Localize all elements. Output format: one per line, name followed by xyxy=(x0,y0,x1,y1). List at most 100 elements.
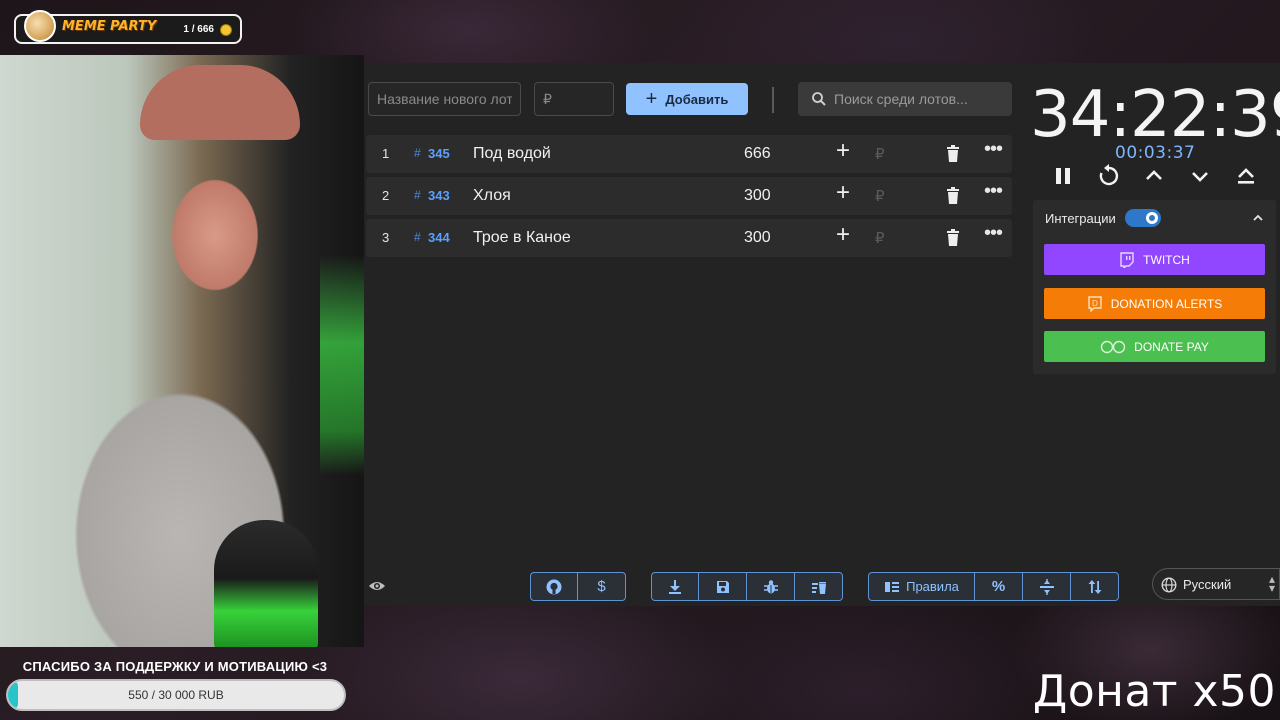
add-lot-button[interactable]: + Добавить xyxy=(626,83,748,115)
dollar-icon: $ xyxy=(597,578,606,595)
currency-icon: ₽ xyxy=(875,188,885,205)
percent-button[interactable]: % xyxy=(975,572,1023,601)
download-button[interactable] xyxy=(651,572,699,601)
vertical-align-center-icon xyxy=(1039,578,1054,595)
percent-icon: % xyxy=(991,578,1006,595)
donatepay-button[interactable]: DONATE PAY xyxy=(1044,331,1265,362)
donation-progress-bar: 550 / 30 000 RUB xyxy=(6,679,346,711)
donate-button[interactable]: $ xyxy=(578,572,626,601)
lot-name[interactable]: Под водой xyxy=(473,145,551,163)
lot-name[interactable]: Трое в Каное xyxy=(473,229,571,247)
svg-text:D: D xyxy=(1092,299,1098,308)
progress-text: 550 / 30 000 RUB xyxy=(128,688,224,702)
add-amount-icon[interactable]: + xyxy=(836,223,850,247)
chevron-up-icon[interactable] xyxy=(1252,212,1264,224)
lot-amount: 666 xyxy=(744,145,771,162)
add-amount-icon[interactable]: + xyxy=(836,181,850,205)
meme-party-count: 1 / 666 xyxy=(183,24,214,35)
hash-icon: # xyxy=(414,230,421,244)
add-lot-label: Добавить xyxy=(665,91,729,107)
lot-id[interactable]: 344 xyxy=(428,230,450,245)
currency-icon: ₽ xyxy=(875,146,885,163)
donationalerts-icon: D xyxy=(1088,295,1102,312)
trash-icon[interactable] xyxy=(946,187,960,204)
more-options-icon[interactable]: ••• xyxy=(984,138,1003,161)
eye-icon[interactable] xyxy=(368,580,386,592)
donationalerts-button[interactable]: D DONATION ALERTS xyxy=(1044,288,1265,319)
lot-row: 1 # 345 Под водой 666 + ₽ ••• xyxy=(366,135,1012,173)
integrations-toggle[interactable] xyxy=(1125,209,1161,227)
sort-button[interactable] xyxy=(1071,572,1119,601)
currency-icon: ₽ xyxy=(875,230,885,247)
lot-index: 1 xyxy=(382,146,390,161)
main-timer: 34:22:39 xyxy=(1030,78,1280,152)
lot-amount: 300 xyxy=(744,187,771,204)
github-button[interactable] xyxy=(530,572,578,601)
github-icon xyxy=(546,579,562,594)
clear-list-button[interactable] xyxy=(795,572,843,601)
meme-party-badge: MEME PARTY 1 / 666 xyxy=(14,10,242,44)
delete-sweep-icon xyxy=(811,581,826,594)
add-amount-icon[interactable]: + xyxy=(836,139,850,163)
divider xyxy=(772,87,774,113)
pause-icon[interactable] xyxy=(1051,164,1075,188)
lot-id[interactable]: 345 xyxy=(428,146,450,161)
save-button[interactable] xyxy=(699,572,747,601)
donate-multiplier-text: Донат x50 xyxy=(1032,666,1276,717)
sub-timer: 00:03:37 xyxy=(1115,143,1196,163)
bug-report-button[interactable] xyxy=(747,572,795,601)
lot-index: 2 xyxy=(382,188,390,203)
double-chevron-up-icon[interactable] xyxy=(1234,164,1258,188)
download-icon xyxy=(669,579,681,594)
rules-icon xyxy=(885,581,900,592)
donationalerts-label: DONATION ALERTS xyxy=(1110,296,1223,311)
reset-icon[interactable] xyxy=(1097,164,1121,188)
search-box[interactable] xyxy=(798,82,1012,116)
twitch-button[interactable]: TWITCH xyxy=(1044,244,1265,275)
rules-label: Правила xyxy=(906,579,959,594)
webcam-feed xyxy=(0,55,364,647)
lot-amount: 300 xyxy=(744,229,771,246)
meme-party-title: MEME PARTY xyxy=(62,19,157,34)
donatepay-label: DONATE PAY xyxy=(1134,339,1209,354)
search-icon xyxy=(812,92,826,106)
compress-button[interactable] xyxy=(1023,572,1071,601)
lot-index: 3 xyxy=(382,230,390,245)
trash-icon[interactable] xyxy=(946,229,960,246)
more-options-icon[interactable]: ••• xyxy=(984,180,1003,203)
more-options-icon[interactable]: ••• xyxy=(984,222,1003,245)
trash-icon[interactable] xyxy=(946,145,960,162)
lot-id[interactable]: 343 xyxy=(428,188,450,203)
hash-icon: # xyxy=(414,146,421,160)
lot-name[interactable]: Хлоя xyxy=(473,187,511,205)
save-icon xyxy=(716,580,729,593)
chevron-up-icon[interactable] xyxy=(1142,164,1166,188)
language-label: Русский xyxy=(1183,577,1232,592)
chevron-updown-icon: ▴ ▾ xyxy=(1268,572,1275,595)
lot-amount-input[interactable] xyxy=(534,82,614,116)
lot-row: 2 # 343 Хлоя 300 + ₽ ••• xyxy=(366,177,1012,215)
integrations-title: Интеграции xyxy=(1045,211,1116,226)
swap-vertical-icon xyxy=(1088,579,1101,594)
support-message: СПАСИБО ЗА ПОДДЕРЖКУ И МОТИВАЦИЮ <3 xyxy=(22,659,328,674)
globe-icon xyxy=(1161,577,1177,593)
bug-icon xyxy=(763,579,778,593)
twitch-icon xyxy=(1120,251,1134,268)
integrations-panel: Интеграции TWITCH D DONATION ALERTS DONA… xyxy=(1033,200,1276,374)
toolbar-group-tools: Правила % xyxy=(868,572,1119,601)
language-select[interactable]: Русский ▴ ▾ xyxy=(1152,568,1280,600)
doge-avatar xyxy=(24,10,56,42)
microphone xyxy=(214,520,318,647)
hash-icon: # xyxy=(414,188,421,202)
twitch-label: TWITCH xyxy=(1143,252,1190,267)
toolbar-group-links: $ xyxy=(530,572,626,601)
toolbar-group-files xyxy=(651,572,843,601)
chevron-down-icon[interactable] xyxy=(1188,164,1212,188)
search-input[interactable] xyxy=(834,82,1006,116)
donatepay-icon xyxy=(1100,340,1126,353)
lot-row: 3 # 344 Трое в Каное 300 + ₽ ••• xyxy=(366,219,1012,257)
coin-icon xyxy=(220,24,232,36)
rules-button[interactable]: Правила xyxy=(868,572,975,601)
plus-icon: + xyxy=(645,88,658,110)
lot-name-input[interactable] xyxy=(368,82,521,116)
